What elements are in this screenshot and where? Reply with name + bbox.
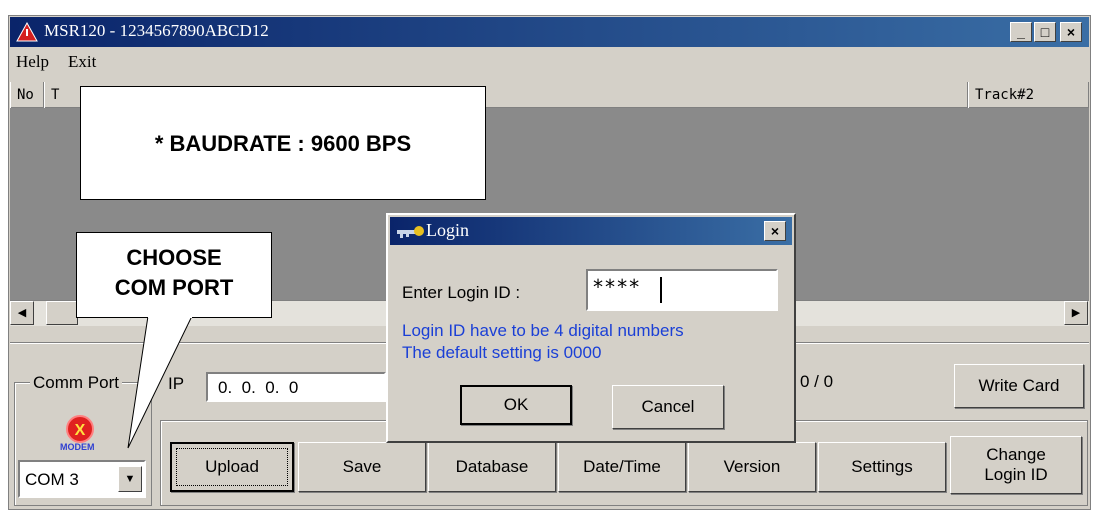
com-port-callout: CHOOSE COM PORT (76, 232, 272, 318)
callout-border-right (192, 317, 272, 318)
callout-border-left (76, 317, 148, 318)
